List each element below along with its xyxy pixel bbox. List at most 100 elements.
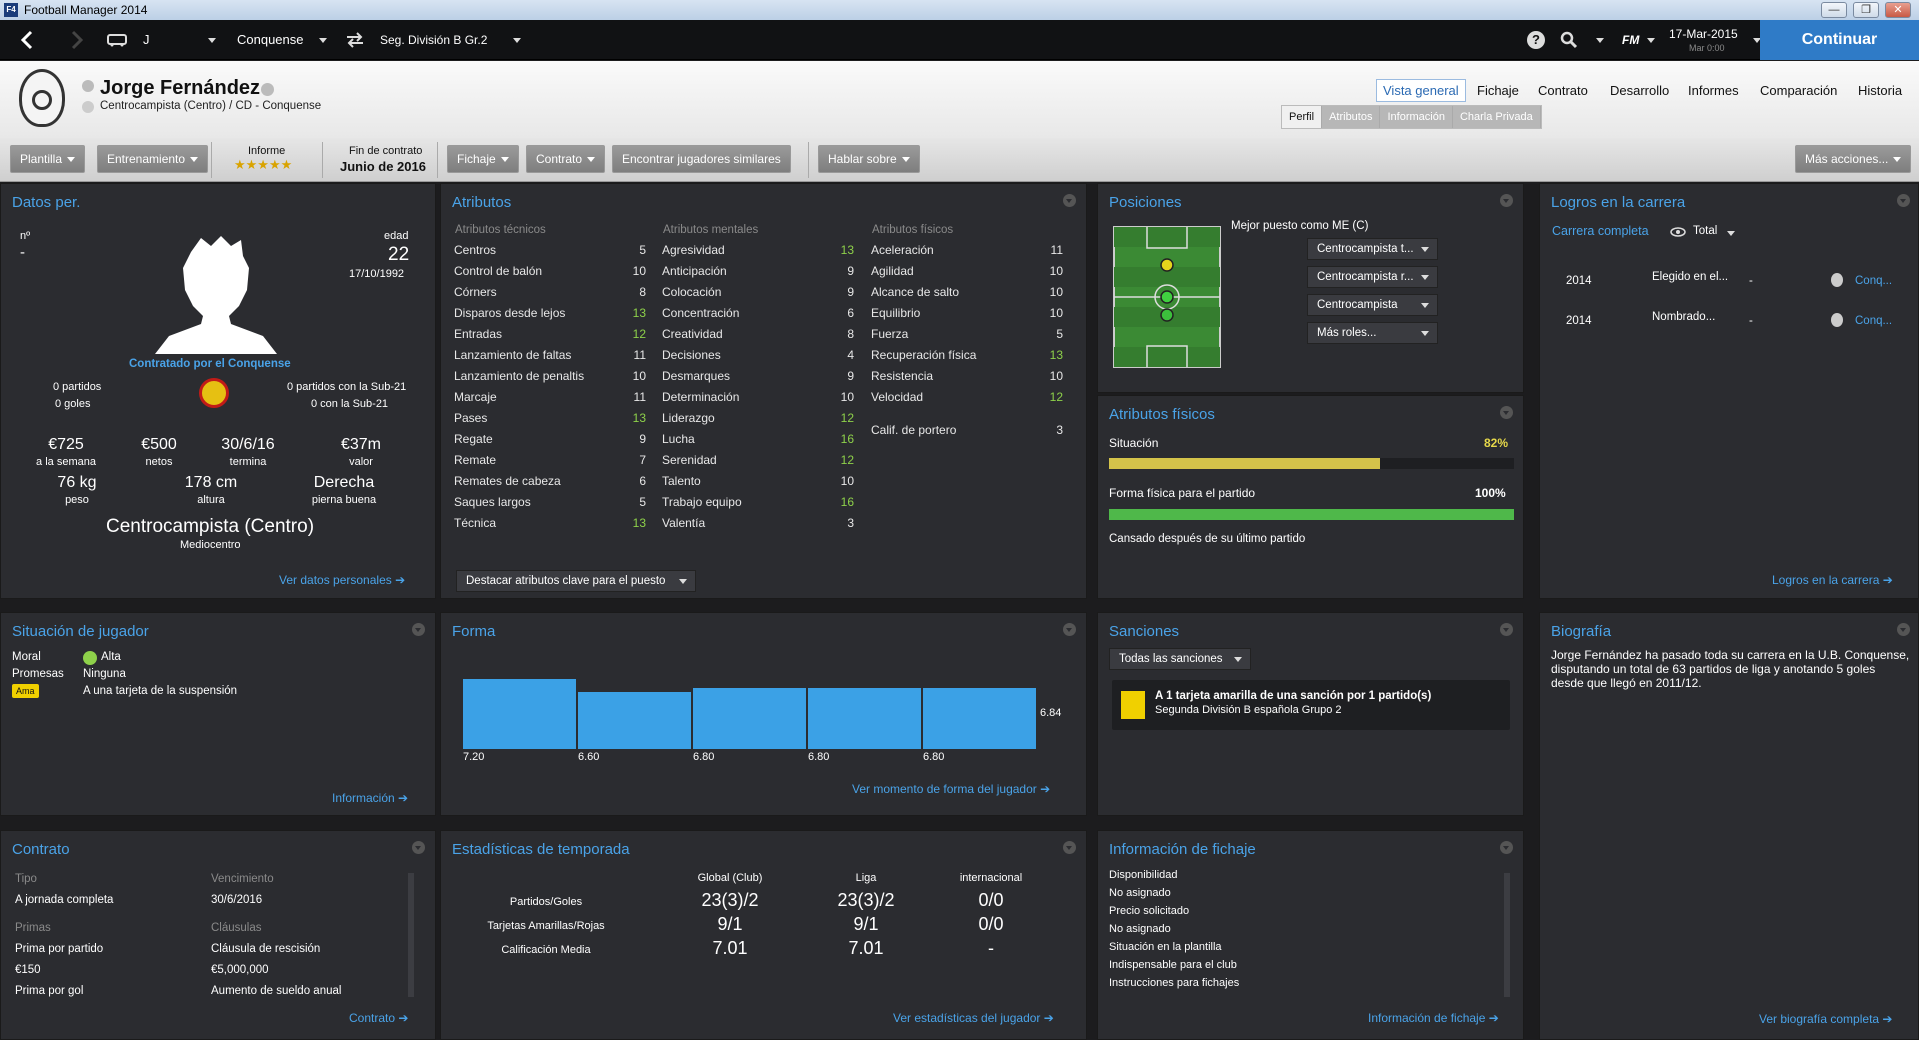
continue-button[interactable]: Continuar <box>1760 20 1919 60</box>
attribute-row: Trabajo equipo 16 <box>652 491 862 512</box>
fichaje-item-label: Disponibilidad <box>1109 869 1178 881</box>
similar-players-button[interactable]: Encontrar jugadores similares <box>612 145 791 173</box>
eye-icon[interactable] <box>1670 227 1686 237</box>
datos-personales-link[interactable]: Ver datos personales ➔ <box>279 573 405 587</box>
fichaje-link[interactable]: Información de fichaje ➔ <box>1368 1011 1499 1025</box>
competition-selector[interactable]: Seg. División B Gr.2 <box>380 33 487 47</box>
info-icon[interactable] <box>261 83 274 96</box>
role-dropdown[interactable]: Más roles... <box>1307 322 1438 344</box>
logro-club-link[interactable]: Conq... <box>1855 275 1892 287</box>
collapse-icon[interactable] <box>412 623 425 636</box>
panel-title[interactable]: Datos per. <box>12 194 80 211</box>
chevron-down-icon[interactable] <box>208 38 216 43</box>
panel-title[interactable]: Biografía <box>1551 623 1611 640</box>
panel-title[interactable]: Sanciones <box>1109 623 1179 640</box>
tab-contrato[interactable]: Contrato <box>1538 83 1588 98</box>
club-selector[interactable]: Conquense <box>237 32 304 47</box>
role-dropdown[interactable]: Centrocampista r... <box>1307 266 1438 288</box>
panel-title[interactable]: Atributos <box>452 194 511 211</box>
collapse-icon[interactable] <box>1500 623 1513 636</box>
estadisticas-link[interactable]: Ver estadísticas del jugador ➔ <box>893 1011 1054 1025</box>
tab-comparacion[interactable]: Comparación <box>1760 83 1837 98</box>
tab-desarrollo[interactable]: Desarrollo <box>1610 83 1669 98</box>
total-filter[interactable]: Total <box>1693 225 1717 237</box>
panel-title[interactable]: Forma <box>452 623 495 640</box>
more-actions-button[interactable]: Más acciones... <box>1795 145 1912 173</box>
minimize-button[interactable]: — <box>1821 2 1847 18</box>
attribute-value: 11 <box>633 348 646 362</box>
chevron-down-icon[interactable] <box>1727 231 1735 236</box>
panel-title[interactable]: Situación de jugador <box>12 623 149 640</box>
collapse-icon[interactable] <box>1500 841 1513 854</box>
collapse-icon[interactable] <box>1063 841 1076 854</box>
forward-icon[interactable] <box>70 30 84 50</box>
attribute-name: Serenidad <box>662 453 717 467</box>
subtab-charla-privada[interactable]: Charla Privada <box>1452 106 1541 128</box>
panel-title[interactable]: Atributos físicos <box>1109 406 1215 423</box>
fis-title: Atributos físicos <box>872 224 954 236</box>
forma-link[interactable]: Ver momento de forma del jugador ➔ <box>852 782 1050 796</box>
swap-icon[interactable] <box>345 32 365 48</box>
moral-value: Alta <box>101 651 121 663</box>
hablar-button[interactable]: Hablar sobre <box>818 145 920 173</box>
subtab-informacion[interactable]: Información <box>1380 106 1453 128</box>
chevron-down-icon[interactable] <box>513 38 521 43</box>
logro-club-link[interactable]: Conq... <box>1855 315 1892 327</box>
close-button[interactable]: ✕ <box>1885 2 1911 18</box>
logro-title[interactable]: Elegido en el... <box>1652 271 1728 283</box>
biografia-link[interactable]: Ver biografía completa ➔ <box>1759 1012 1892 1026</box>
tab-informes[interactable]: Informes <box>1688 83 1739 98</box>
estadisticas-cell: 0/0 <box>978 890 1004 910</box>
collapse-icon[interactable] <box>1500 194 1513 207</box>
collapse-icon[interactable] <box>412 841 425 854</box>
contratado-link[interactable]: Contratado por el Conquense <box>129 358 291 370</box>
role-dropdown[interactable]: Centrocampista t... <box>1307 238 1438 260</box>
bus-icon[interactable] <box>107 33 127 47</box>
back-icon[interactable] <box>20 30 34 50</box>
contrato-scrollbar[interactable] <box>408 873 414 997</box>
carrera-completa-filter[interactable]: Carrera completa <box>1552 224 1649 238</box>
panel-title[interactable]: Posiciones <box>1109 194 1182 211</box>
panel-title[interactable]: Contrato <box>12 841 70 858</box>
entrenamiento-button[interactable]: Entrenamiento <box>97 145 209 173</box>
tab-historia[interactable]: Historia <box>1858 83 1902 98</box>
logros-link[interactable]: Logros en la carrera ➔ <box>1772 573 1893 587</box>
fichaje-button[interactable]: Fichaje <box>447 145 519 173</box>
role-dropdown[interactable]: Centrocampista <box>1307 294 1438 316</box>
subtab-atributos[interactable]: Atributos <box>1322 106 1381 128</box>
contrato-button[interactable]: Contrato <box>526 145 606 173</box>
chevron-down-icon[interactable] <box>319 38 327 43</box>
estadisticas-cell: 9/1 <box>717 914 743 934</box>
collapse-icon[interactable] <box>1063 194 1076 207</box>
help-icon[interactable]: ? <box>1527 31 1545 49</box>
tab-vista-general[interactable]: Vista general <box>1376 79 1466 102</box>
contrato-link[interactable]: Contrato ➔ <box>349 1011 408 1025</box>
chevron-down-icon[interactable] <box>1647 38 1655 43</box>
collapse-icon[interactable] <box>1063 623 1076 636</box>
sancion-item[interactable]: A 1 tarjeta amarilla de una sanción por … <box>1112 680 1510 730</box>
subtab-perfil[interactable]: Perfil <box>1282 106 1323 128</box>
fm-menu[interactable]: FM <box>1622 33 1639 47</box>
panel-title[interactable]: Estadísticas de temporada <box>452 841 630 858</box>
player-selector[interactable]: J <box>143 32 150 47</box>
informacion-link[interactable]: Información ➔ <box>332 791 408 805</box>
plantilla-label: Plantilla <box>20 152 63 166</box>
collapse-icon[interactable] <box>1897 194 1910 207</box>
destacar-dropdown[interactable]: Destacar atributos clave para el puesto <box>456 570 696 592</box>
panel-title[interactable]: Logros en la carrera <box>1551 194 1685 211</box>
attribute-row: Disparos desde lejos 13 <box>444 302 654 323</box>
fichaje-scrollbar[interactable] <box>1504 873 1510 997</box>
logro-title[interactable]: Nombrado... <box>1652 311 1715 323</box>
collapse-icon[interactable] <box>1500 406 1513 419</box>
search-icon[interactable] <box>1560 31 1578 49</box>
tab-fichaje[interactable]: Fichaje <box>1477 83 1519 98</box>
men-title: Atributos mentales <box>663 224 759 236</box>
maximize-button[interactable]: ❐ <box>1853 2 1879 18</box>
sanciones-filter[interactable]: Todas las sanciones <box>1109 648 1251 670</box>
plantilla-button[interactable]: Plantilla <box>10 145 86 173</box>
panel-title[interactable]: Información de fichaje <box>1109 841 1256 858</box>
attribute-value: 7 <box>639 453 646 467</box>
collapse-icon[interactable] <box>1897 623 1910 636</box>
attribute-name: Técnica <box>454 516 497 530</box>
chevron-down-icon[interactable] <box>1596 38 1604 43</box>
